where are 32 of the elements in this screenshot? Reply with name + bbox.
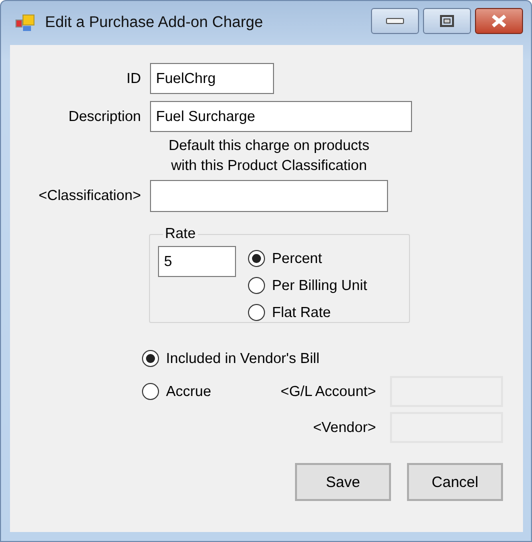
dialog-button[interactable]: Cancel [407, 463, 503, 501]
field-label: <Vendor> [313, 420, 376, 436]
input-field[interactable]: 5 [158, 246, 236, 277]
radio-button[interactable]: Percent [248, 245, 322, 272]
minimize-icon [386, 18, 404, 24]
hint-text: Default this charge on products [168, 137, 370, 156]
minimize-button[interactable] [371, 8, 419, 34]
radio-button[interactable]: Accrue [142, 378, 212, 405]
radio-button[interactable]: Per Billing Unit [248, 272, 368, 299]
field-label: <G/L Account> [280, 384, 376, 400]
group-title: Rate [164, 226, 197, 242]
window-title: Edit a Purchase Add-on Charge [45, 14, 264, 32]
field-label: ID [126, 70, 142, 86]
radio-button[interactable]: Included in Vendor's Bill [142, 345, 523, 372]
radio-button[interactable]: Flat Rate [248, 299, 331, 326]
app-icon [15, 12, 37, 34]
hint-text: with this Product Classification [170, 157, 368, 176]
input-field[interactable]: Fuel Surcharge [150, 101, 412, 132]
maximize-button[interactable] [423, 8, 471, 34]
radio-circle-icon[interactable] [142, 383, 159, 400]
radio-circle-icon[interactable] [142, 350, 159, 367]
input-field[interactable]: FuelChrg [150, 63, 274, 94]
maximize-icon [440, 15, 454, 27]
radio-circle-icon[interactable] [248, 304, 265, 321]
close-icon [491, 14, 507, 28]
close-button[interactable] [475, 8, 523, 34]
radio-circle-icon[interactable] [248, 250, 265, 267]
radio-circle-icon[interactable] [248, 277, 265, 294]
dialog-button[interactable]: Save [295, 463, 391, 501]
field-label: Description [67, 108, 142, 124]
field-label: <Classification> [38, 188, 142, 204]
input-field[interactable] [150, 180, 388, 212]
